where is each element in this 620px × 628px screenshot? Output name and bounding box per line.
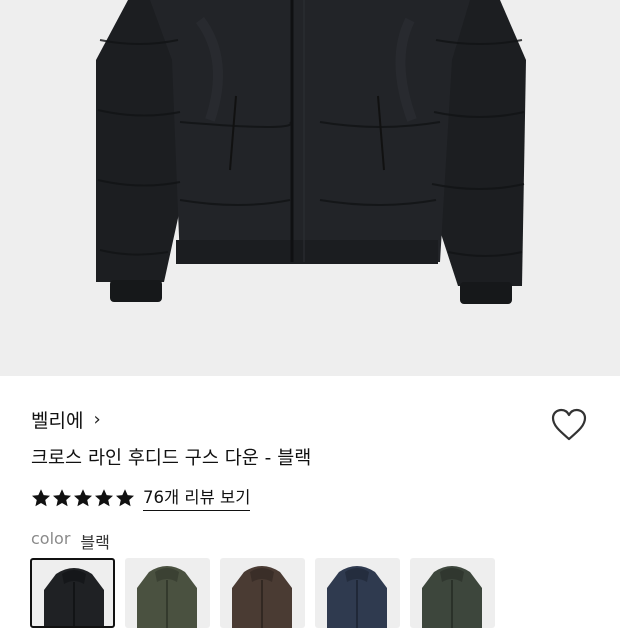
color-swatch-brown[interactable]: [220, 558, 305, 628]
swatch-jacket-image: [327, 566, 387, 628]
star-rating: [31, 488, 135, 508]
wishlist-button[interactable]: [551, 408, 587, 442]
star-icon: [116, 488, 134, 506]
product-info: 벨리에 › 크로스 라인 후디드 구스 다운 - 블랙 76개 리뷰 보기 co…: [0, 376, 620, 628]
color-swatch-navy[interactable]: [315, 558, 400, 628]
swatch-jacket-image: [422, 566, 482, 628]
product-image[interactable]: [0, 0, 620, 376]
color-label: color: [31, 529, 71, 548]
star-icon: [32, 488, 50, 506]
jacket-illustration: [0, 0, 620, 376]
star-icon: [95, 488, 113, 506]
heart-icon: [551, 408, 587, 441]
selected-color-value: 블랙: [80, 533, 110, 552]
review-link[interactable]: 76개 리뷰 보기: [143, 484, 251, 511]
swatch-jacket-image: [137, 566, 197, 628]
rating-row: 76개 리뷰 보기: [31, 484, 251, 511]
swatch-jacket-image: [44, 568, 104, 626]
chevron-right-icon: ›: [93, 409, 101, 430]
color-swatch-black[interactable]: [30, 558, 115, 628]
color-swatch-olive[interactable]: [125, 558, 210, 628]
brand-name: 벨리에: [31, 410, 84, 432]
color-selector-label: color 블랙: [31, 529, 110, 553]
brand-link[interactable]: 벨리에 ›: [31, 406, 101, 433]
star-icon: [53, 488, 71, 506]
swatch-jacket-image: [232, 566, 292, 628]
star-icon: [74, 488, 92, 506]
color-swatch-dark-green[interactable]: [410, 558, 495, 628]
product-title: 크로스 라인 후디드 구스 다운 - 블랙: [31, 448, 312, 469]
color-swatches: [30, 558, 495, 628]
